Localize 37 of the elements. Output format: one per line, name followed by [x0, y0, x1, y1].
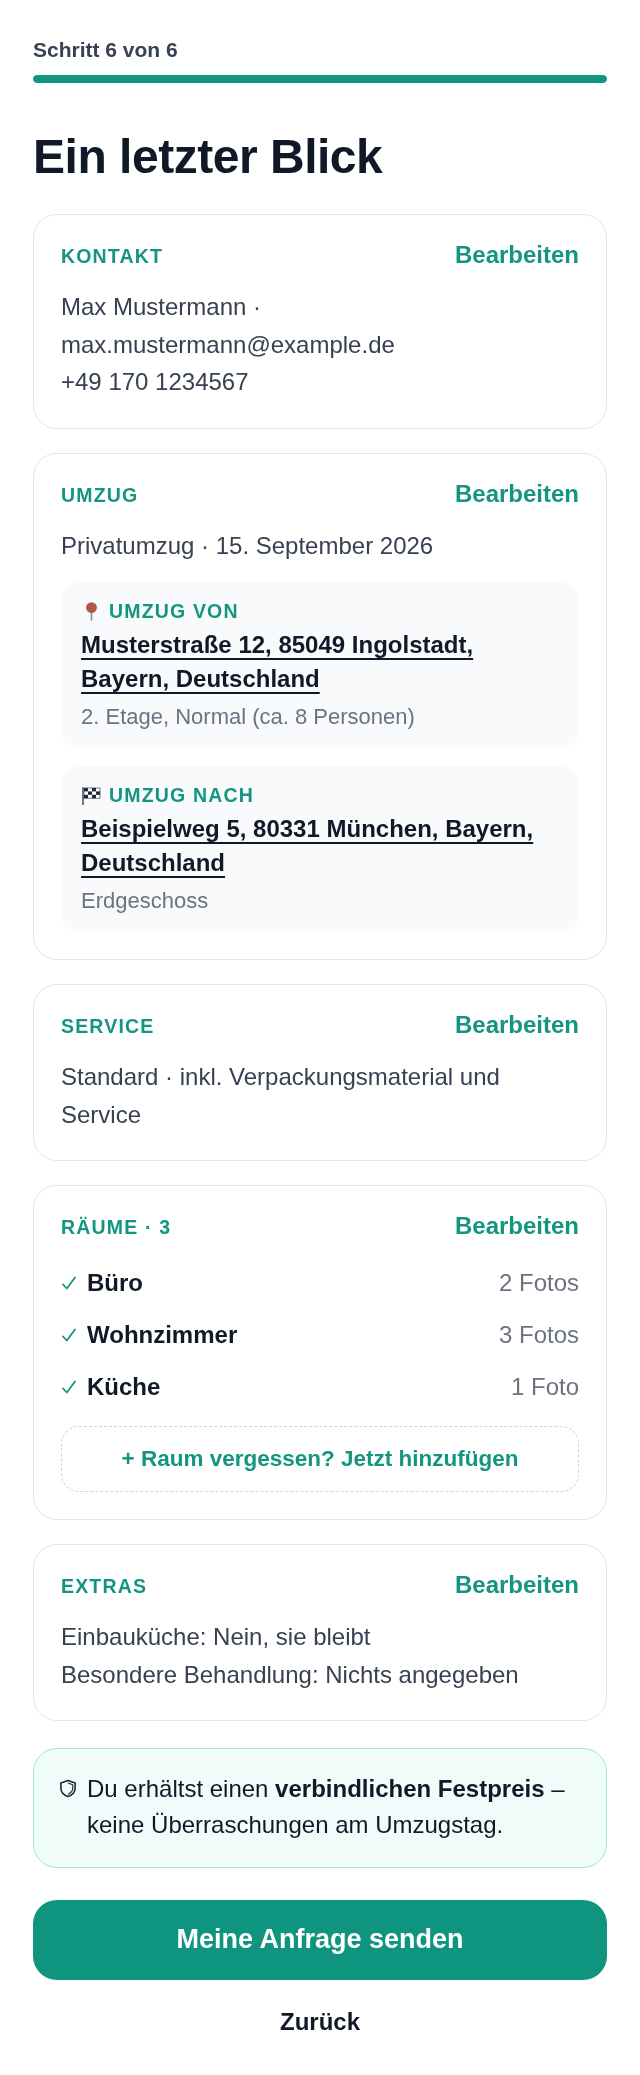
address-label: UMZUG VON — [109, 599, 239, 625]
page-title: Ein letzter Blick — [33, 130, 384, 184]
address-link[interactable]: Beispielweg 5, 80331 München, Bayern, Deutschland — [81, 812, 559, 881]
edit-link[interactable]: Bearbeiten — [454, 1570, 579, 1601]
section-label: SERVICE — [61, 1014, 155, 1040]
notice-text: Du erhältst einen verbindlichen Festpreis – keine Überraschungen am Umzugstag. — [87, 1774, 566, 1841]
summary-text: Besondere Behandlung: Nichts angegeben — [61, 1659, 520, 1690]
step-label: Schritt 6 von 6 — [33, 37, 179, 63]
photo-count: 1 Foto — [510, 1372, 579, 1403]
edit-link[interactable]: Bearbeiten — [454, 1211, 579, 1242]
address-label: UMZUG NACH — [109, 783, 254, 809]
section-label: RÄUME · 3 — [61, 1215, 172, 1241]
checkered-flag-icon — [81, 786, 101, 805]
address-link[interactable]: Musterstraße 12, 85049 Ingolstadt, Bayern, Deutschland — [81, 628, 559, 697]
summary-text: Privatumzug · 15. September 2026 — [61, 530, 435, 561]
summary-text: +49 170 1234567 — [61, 367, 250, 398]
map-pin-icon — [83, 602, 99, 622]
summary-text: Einbauküche: Nein, sie bleibt — [61, 1622, 372, 1653]
address-detail: 2. Etage, Normal (ca. 8 Personen) — [81, 703, 416, 732]
summary-text: Standard · inkl. Verpackungsmaterial und Service — [61, 1062, 501, 1130]
shield-icon — [58, 1779, 78, 1799]
room-name: Büro — [87, 1268, 143, 1299]
edit-link[interactable]: Bearbeiten — [454, 478, 579, 509]
add-room-button[interactable]: + Raum vergessen? Jetzt hinzufügen — [61, 1426, 579, 1493]
room-name: Wohnzimmer — [87, 1320, 238, 1351]
back-button[interactable]: Zurück — [264, 1991, 376, 2052]
section-label: EXTRAS — [61, 1574, 148, 1600]
edit-link[interactable]: Bearbeiten — [454, 240, 579, 271]
edit-link[interactable]: Bearbeiten — [454, 1010, 579, 1041]
section-label: KONTAKT — [61, 244, 164, 270]
submit-button[interactable]: Meine Anfrage senden — [33, 1899, 607, 1980]
summary-text: Max Mustermann · max.mustermann@example.de — [61, 292, 396, 360]
address-detail: Erdgeschoss — [81, 887, 210, 916]
photo-count: 3 Fotos — [498, 1320, 579, 1351]
room-name: Küche — [87, 1372, 161, 1403]
photo-count: 2 Fotos — [498, 1268, 579, 1299]
section-label: UMZUG — [61, 482, 139, 508]
